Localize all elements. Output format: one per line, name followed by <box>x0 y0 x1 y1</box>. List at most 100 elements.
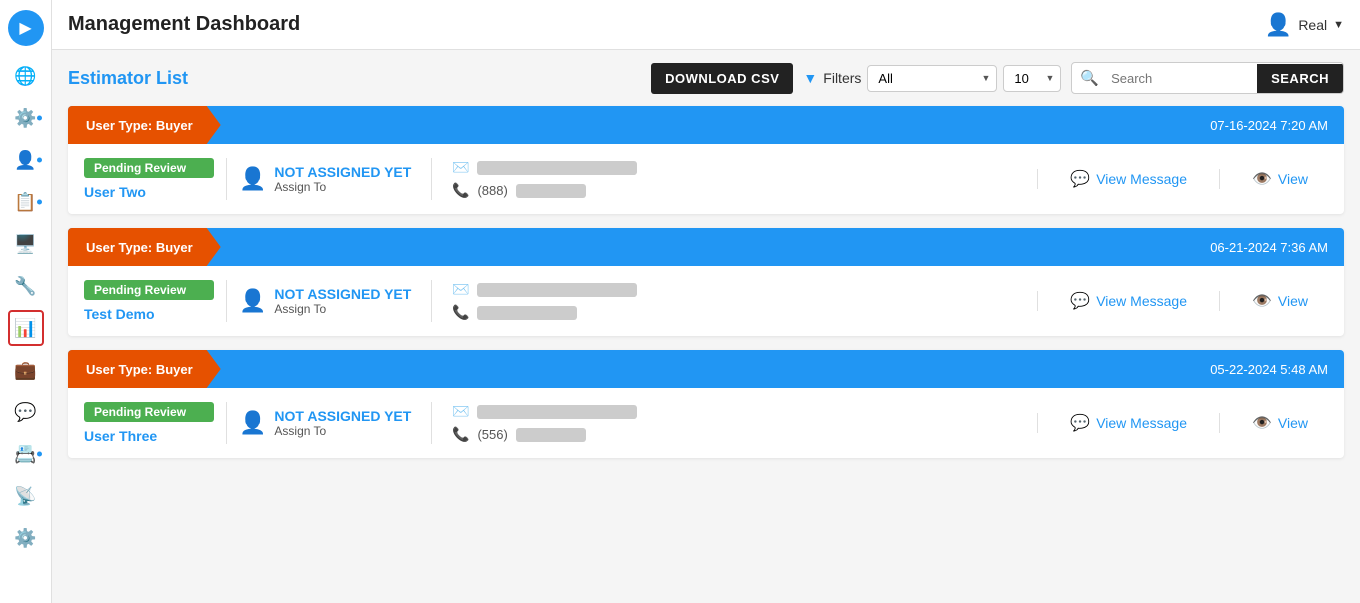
monitor-icon: 🖥️ <box>14 234 36 255</box>
main-area: Management Dashboard 👤 Real ▼ Estimator … <box>52 0 1360 603</box>
card-header-2: User Type: Buyer 05-22-2024 5:48 AM <box>68 350 1344 388</box>
signal-icon: 📡 <box>14 486 36 507</box>
card-username-0[interactable]: User Two <box>84 184 214 200</box>
user-name-label: Real <box>1298 17 1327 33</box>
settings2-icon: ⚙️ <box>14 528 36 549</box>
tool-icon: 🔧 <box>14 276 36 297</box>
eye-icon-2: 👁️ <box>1252 413 1272 433</box>
user-avatar-icon: 👤 <box>1265 12 1292 38</box>
list-icon: 📋 <box>14 192 36 213</box>
card-username-2[interactable]: User Three <box>84 428 214 444</box>
sidebar-item-monitor[interactable]: 🖥️ <box>8 226 44 262</box>
email-icon-0: ✉️ <box>452 159 469 176</box>
sidebar-item-signal[interactable]: 📡 <box>8 478 44 514</box>
filter-select-wrapper: All Pending Review Assigned Completed <box>867 65 997 92</box>
assign-sub-0[interactable]: Assign To <box>274 180 411 194</box>
sidebar-item-list[interactable]: 📋 <box>8 184 44 220</box>
contact-email-0: ✉️ <box>452 159 1025 176</box>
view-button-0[interactable]: 👁️ View <box>1232 169 1328 189</box>
view-message-button-2[interactable]: 💬 View Message <box>1050 413 1207 433</box>
gear-icon: ⚙️ <box>14 108 36 129</box>
person-icon-1: 👤 <box>239 288 266 314</box>
perpage-select-wrapper: 10 25 50 100 <box>1003 65 1061 92</box>
sidebar-item-globe[interactable]: 🌐 <box>8 58 44 94</box>
email-icon-1: ✉️ <box>452 281 469 298</box>
divider-0c <box>1037 169 1038 189</box>
sidebar-item-tool[interactable]: 🔧 <box>8 268 44 304</box>
estimator-list-title: Estimator List <box>68 68 641 89</box>
sidebar-item-settings2[interactable]: ⚙️ <box>8 520 44 556</box>
card-header-1: User Type: Buyer 06-21-2024 7:36 AM <box>68 228 1344 266</box>
sidebar-item-user[interactable]: 👤 <box>8 142 44 178</box>
sidebar-item-chat[interactable]: 💬 <box>8 394 44 430</box>
card-body-2: Pending Review User Three 👤 NOT ASSIGNED… <box>68 388 1344 458</box>
card-date-0: 07-16-2024 7:20 AM <box>1210 118 1344 133</box>
assign-sub-2[interactable]: Assign To <box>274 424 411 438</box>
filter-select[interactable]: All Pending Review Assigned Completed <box>867 65 997 92</box>
user-menu[interactable]: 👤 Real ▼ <box>1265 12 1344 38</box>
download-csv-button[interactable]: DOWNLOAD CSV <box>651 63 793 94</box>
sidebar-item-chart[interactable]: 📊 <box>8 310 44 346</box>
collapse-btn[interactable]: ▶ <box>8 10 44 46</box>
view-button-2[interactable]: 👁️ View <box>1232 413 1328 433</box>
view-message-button-0[interactable]: 💬 View Message <box>1050 169 1207 189</box>
card-user-type-0: User Type: Buyer <box>68 106 221 144</box>
search-group: 🔍 SEARCH <box>1071 62 1344 94</box>
card-date-1: 06-21-2024 7:36 AM <box>1210 240 1344 255</box>
card-actions-0: 💬 View Message 👁️ View <box>1025 169 1328 189</box>
assign-title-0[interactable]: NOT ASSIGNED YET <box>274 164 411 180</box>
divider-2d <box>1219 413 1220 433</box>
assign-sub-1[interactable]: Assign To <box>274 302 411 316</box>
card-user-type-2: User Type: Buyer <box>68 350 221 388</box>
card-row-0: User Type: Buyer 07-16-2024 7:20 AM Pend… <box>68 106 1344 214</box>
assign-info-1: NOT ASSIGNED YET Assign To <box>274 286 411 316</box>
card-date-2: 05-22-2024 5:48 AM <box>1210 362 1344 377</box>
card-username-1[interactable]: Test Demo <box>84 306 214 322</box>
assign-info-0: NOT ASSIGNED YET Assign To <box>274 164 411 194</box>
view-button-1[interactable]: 👁️ View <box>1232 291 1328 311</box>
phone-icon-0: 📞 <box>452 182 469 199</box>
phone-blur-1 <box>477 306 577 320</box>
view-message-label-2: View Message <box>1096 415 1187 431</box>
contact-phone-1: 📞 <box>452 304 1025 321</box>
phone-blur-0 <box>516 184 586 198</box>
divider-0a <box>226 158 227 200</box>
contact-phone-0: 📞 (888) <box>452 182 1025 199</box>
filter-icon: ▼ <box>803 70 817 86</box>
sidebar: ▶ 🌐 ⚙️ 👤 📋 🖥️ 🔧 📊 💼 💬 📇 📡 ⚙️ <box>0 0 52 603</box>
person-icon-0: 👤 <box>239 166 266 192</box>
card-body-0: Pending Review User Two 👤 NOT ASSIGNED Y… <box>68 144 1344 214</box>
perpage-select[interactable]: 10 25 50 100 <box>1003 65 1061 92</box>
view-message-label-1: View Message <box>1096 293 1187 309</box>
dot-indicator <box>37 200 42 205</box>
status-badge-0: Pending Review <box>84 158 214 178</box>
view-message-button-1[interactable]: 💬 View Message <box>1050 291 1207 311</box>
card-status-1: Pending Review Test Demo <box>84 280 214 322</box>
email-value-0 <box>477 161 637 175</box>
divider-1a <box>226 280 227 322</box>
divider-2c <box>1037 413 1038 433</box>
sidebar-item-briefcase[interactable]: 💼 <box>8 352 44 388</box>
email-value-1 <box>477 283 637 297</box>
person-icon-2: 👤 <box>239 410 266 436</box>
sidebar-item-card[interactable]: 📇 <box>8 436 44 472</box>
arrow-icon: ▶ <box>19 18 31 38</box>
search-input[interactable] <box>1107 65 1257 92</box>
card-assign-2: 👤 NOT ASSIGNED YET Assign To <box>239 408 419 438</box>
search-icon: 🔍 <box>1072 63 1107 93</box>
top-header: Management Dashboard 👤 Real ▼ <box>52 0 1360 50</box>
contact-email-1: ✉️ <box>452 281 1025 298</box>
card-body-1: Pending Review Test Demo 👤 NOT ASSIGNED … <box>68 266 1344 336</box>
card-icon: 📇 <box>14 444 36 465</box>
user-icon: 👤 <box>14 150 36 171</box>
assign-title-1[interactable]: NOT ASSIGNED YET <box>274 286 411 302</box>
briefcase-icon: 💼 <box>14 360 36 381</box>
assign-title-2[interactable]: NOT ASSIGNED YET <box>274 408 411 424</box>
card-row-2: User Type: Buyer 05-22-2024 5:48 AM Pend… <box>68 350 1344 458</box>
search-button[interactable]: SEARCH <box>1257 64 1343 93</box>
phone-icon-1: 📞 <box>452 304 469 321</box>
divider-1b <box>431 280 432 322</box>
sidebar-item-gear[interactable]: ⚙️ <box>8 100 44 136</box>
view-label-1: View <box>1278 293 1308 309</box>
dot-indicator <box>37 116 42 121</box>
